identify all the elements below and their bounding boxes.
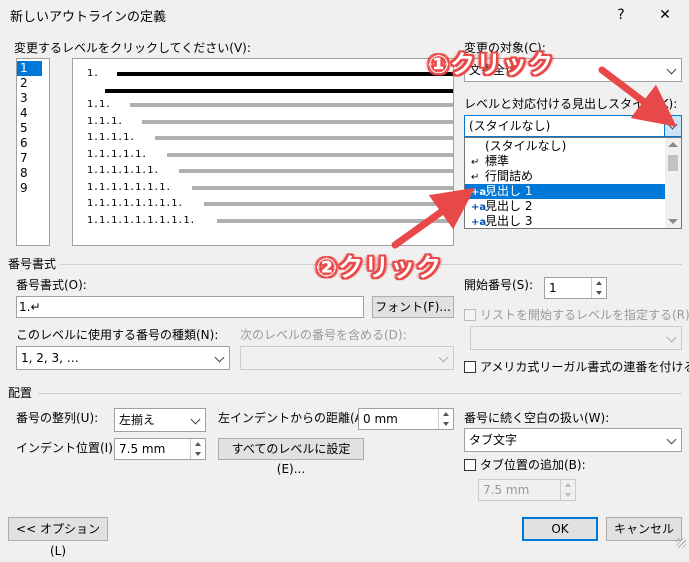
annotation-second-click: ②クリック [316,253,443,282]
arrow-to-heading-1 [391,187,476,249]
arrow-to-style-dropdown [598,66,677,127]
annotation-first-click: ①クリック [428,50,555,79]
